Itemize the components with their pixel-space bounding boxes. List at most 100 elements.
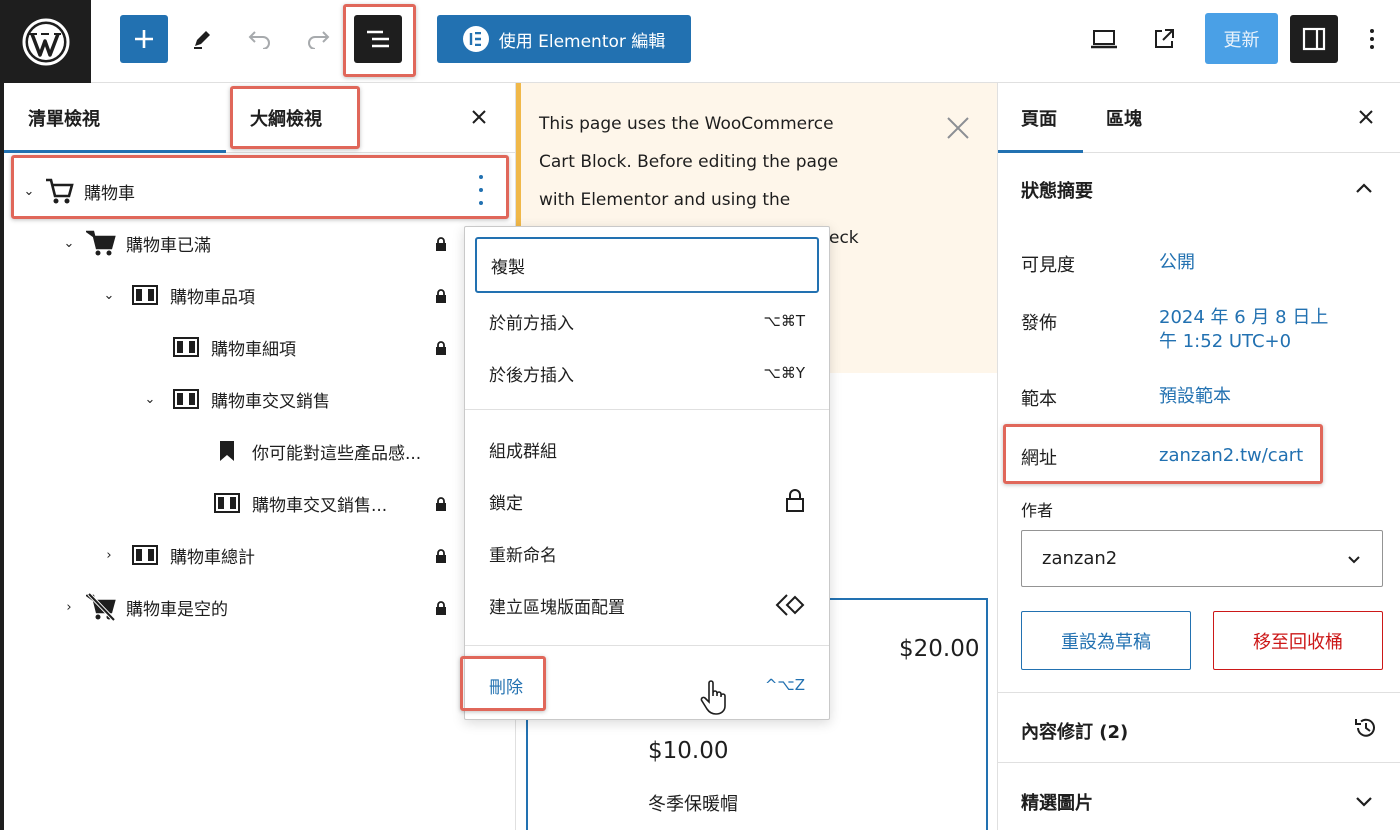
close-sidebar-button[interactable] xyxy=(1353,104,1379,130)
dismiss-notice-button[interactable] xyxy=(943,113,973,143)
section-divider xyxy=(998,692,1400,693)
author-select[interactable]: zanzan2 xyxy=(1021,530,1383,587)
lock-icon xyxy=(436,341,446,355)
update-button[interactable]: 更新 xyxy=(1205,13,1278,64)
settings-sidebar: 頁面 區塊 狀態摘要 可見度 公開 發佈 2024 年 6 月 8 日上 午 1… xyxy=(997,83,1400,830)
revisions-link[interactable]: 內容修訂 (2) xyxy=(1021,718,1128,744)
tab-block[interactable]: 區塊 xyxy=(1106,105,1142,131)
list-item-empty-cart[interactable]: › 購物車是空的 xyxy=(60,581,228,633)
lock-icon xyxy=(436,497,446,511)
list-item-cart-items[interactable]: ⌄ 購物車品項 xyxy=(100,269,255,321)
author-label: 作者 xyxy=(1021,501,1054,520)
menu-divider xyxy=(465,645,829,646)
list-item-label: 購物車已滿 xyxy=(126,235,211,256)
template-value[interactable]: 預設範本 xyxy=(1159,385,1231,409)
tab-list-view[interactable]: 清單檢視 xyxy=(28,105,100,131)
pencil-icon xyxy=(194,31,210,49)
top-toolbar: 使用 Elementor 編輯 更新 xyxy=(0,0,1400,83)
list-item-label: 購物車交叉銷售... xyxy=(252,495,388,516)
view-page-button[interactable] xyxy=(1142,15,1186,63)
elementor-icon xyxy=(462,26,489,52)
list-item-label: 購物車交叉銷售 xyxy=(211,391,330,412)
hand-cursor-icon xyxy=(700,680,726,715)
visibility-value[interactable]: 公開 xyxy=(1159,251,1195,275)
tab-page[interactable]: 頁面 xyxy=(1021,105,1057,131)
settings-tabs: 頁面 區塊 xyxy=(998,83,1400,153)
columns-icon xyxy=(130,540,160,570)
cart-icon xyxy=(44,176,74,206)
preview-device-button[interactable] xyxy=(1082,15,1126,63)
list-item-label: 購物車細項 xyxy=(211,339,296,360)
visibility-label: 可見度 xyxy=(1021,255,1075,276)
block-options-button[interactable] xyxy=(476,175,486,205)
chevron-down-icon[interactable]: ⌄ xyxy=(20,184,38,199)
list-item-label: 購物車是空的 xyxy=(126,599,228,620)
menu-item-copy[interactable]: 複製 xyxy=(475,237,819,293)
list-item-cart[interactable]: ⌄ 購物車 xyxy=(20,165,515,217)
chevron-down-icon[interactable] xyxy=(1354,791,1374,811)
options-menu-button[interactable] xyxy=(1352,15,1392,63)
list-item-cross-sells-products[interactable]: 購物車交叉銷售... xyxy=(182,477,387,529)
wordpress-logo-icon[interactable] xyxy=(0,0,91,83)
close-icon xyxy=(947,117,969,139)
menu-item-insert-before[interactable]: 於前方插入 ⌥⌘T xyxy=(475,295,819,347)
overview-tabs: 清單檢視 大綱檢視 xyxy=(4,83,516,153)
menu-item-create-pattern[interactable]: 建立區塊版面配置 xyxy=(475,579,819,631)
redo-button[interactable] xyxy=(296,15,340,63)
list-item-filled-cart[interactable]: ⌄ 購物車已滿 xyxy=(60,217,211,269)
lock-icon xyxy=(436,601,446,615)
publish-label: 發佈 xyxy=(1021,313,1057,334)
tools-button[interactable] xyxy=(180,15,224,63)
chevron-down-icon[interactable]: ⌄ xyxy=(100,288,118,303)
list-item-cross-sells[interactable]: ⌄ 購物車交叉銷售 xyxy=(141,373,330,425)
summary-panel-title[interactable]: 狀態摘要 xyxy=(1021,177,1093,203)
sidebar-icon xyxy=(1302,27,1326,51)
product-price: $10.00 xyxy=(648,738,729,764)
menu-item-insert-after[interactable]: 於後方插入 ⌥⌘Y xyxy=(475,347,819,399)
close-icon xyxy=(1359,110,1373,124)
list-item-cross-sells-heading[interactable]: 你可能對這些產品感... xyxy=(182,425,421,477)
url-value[interactable]: zanzan2.tw/cart xyxy=(1159,444,1303,468)
columns-icon xyxy=(130,280,160,310)
list-item-label: 購物車 xyxy=(84,183,135,204)
switch-to-draft-button[interactable]: 重設為草稿 xyxy=(1021,611,1191,670)
plus-icon xyxy=(135,30,153,48)
close-panel-button[interactable] xyxy=(466,104,492,130)
unlock-icon xyxy=(786,489,804,512)
edit-with-elementor-button[interactable]: 使用 Elementor 編輯 xyxy=(437,15,691,63)
menu-divider xyxy=(465,409,829,410)
laptop-icon xyxy=(1091,30,1117,49)
list-item-cart-line-items[interactable]: 購物車細項 xyxy=(141,321,296,373)
publish-date-link[interactable]: 2024 年 6 月 8 日上 午 1:52 UTC+0 xyxy=(1159,306,1328,354)
tab-outline[interactable]: 大綱檢視 xyxy=(250,105,322,131)
active-tab-indicator xyxy=(4,150,226,153)
list-item-label: 購物車品項 xyxy=(170,287,255,308)
history-icon[interactable] xyxy=(1353,715,1379,741)
settings-sidebar-button[interactable] xyxy=(1290,15,1338,63)
elementor-button-label: 使用 Elementor 編輯 xyxy=(498,31,666,52)
featured-image-panel-title[interactable]: 精選圖片 xyxy=(1021,789,1093,815)
document-overview-panel: 清單檢視 大綱檢視 ⌄ 購物車 ⌄ 購物車已滿 ⌄ 購物車品項 購物車細項 ⌄ … xyxy=(0,83,516,830)
menu-item-lock[interactable]: 鎖定 xyxy=(475,475,819,527)
shortcut-text: ⌥⌘Y xyxy=(763,364,805,382)
menu-item-delete[interactable]: 刪除 ^⌥Z xyxy=(475,659,819,711)
columns-icon xyxy=(171,332,201,362)
chevron-down-icon[interactable]: ⌄ xyxy=(141,392,159,407)
product-name[interactable]: 冬季保暖帽 xyxy=(648,790,738,816)
redo-icon xyxy=(308,31,330,49)
undo-button[interactable] xyxy=(238,15,282,63)
chevron-right-icon[interactable]: › xyxy=(100,548,118,563)
chevron-down-icon[interactable]: ⌄ xyxy=(60,236,78,251)
bookmark-icon xyxy=(212,436,242,466)
list-item-label: 你可能對這些產品感... xyxy=(252,443,422,464)
chevron-up-icon[interactable] xyxy=(1354,179,1374,199)
add-block-button[interactable] xyxy=(120,15,168,63)
list-item-cart-totals[interactable]: › 購物車總計 xyxy=(100,529,255,581)
pattern-icon xyxy=(775,594,805,616)
move-to-trash-button[interactable]: 移至回收桶 xyxy=(1213,611,1383,670)
menu-item-group[interactable]: 組成群組 xyxy=(475,423,819,475)
shortcut-text: ^⌥Z xyxy=(764,676,805,694)
chevron-right-icon[interactable]: › xyxy=(60,600,78,615)
document-overview-button[interactable] xyxy=(354,15,402,63)
menu-item-rename[interactable]: 重新命名 xyxy=(475,527,819,579)
